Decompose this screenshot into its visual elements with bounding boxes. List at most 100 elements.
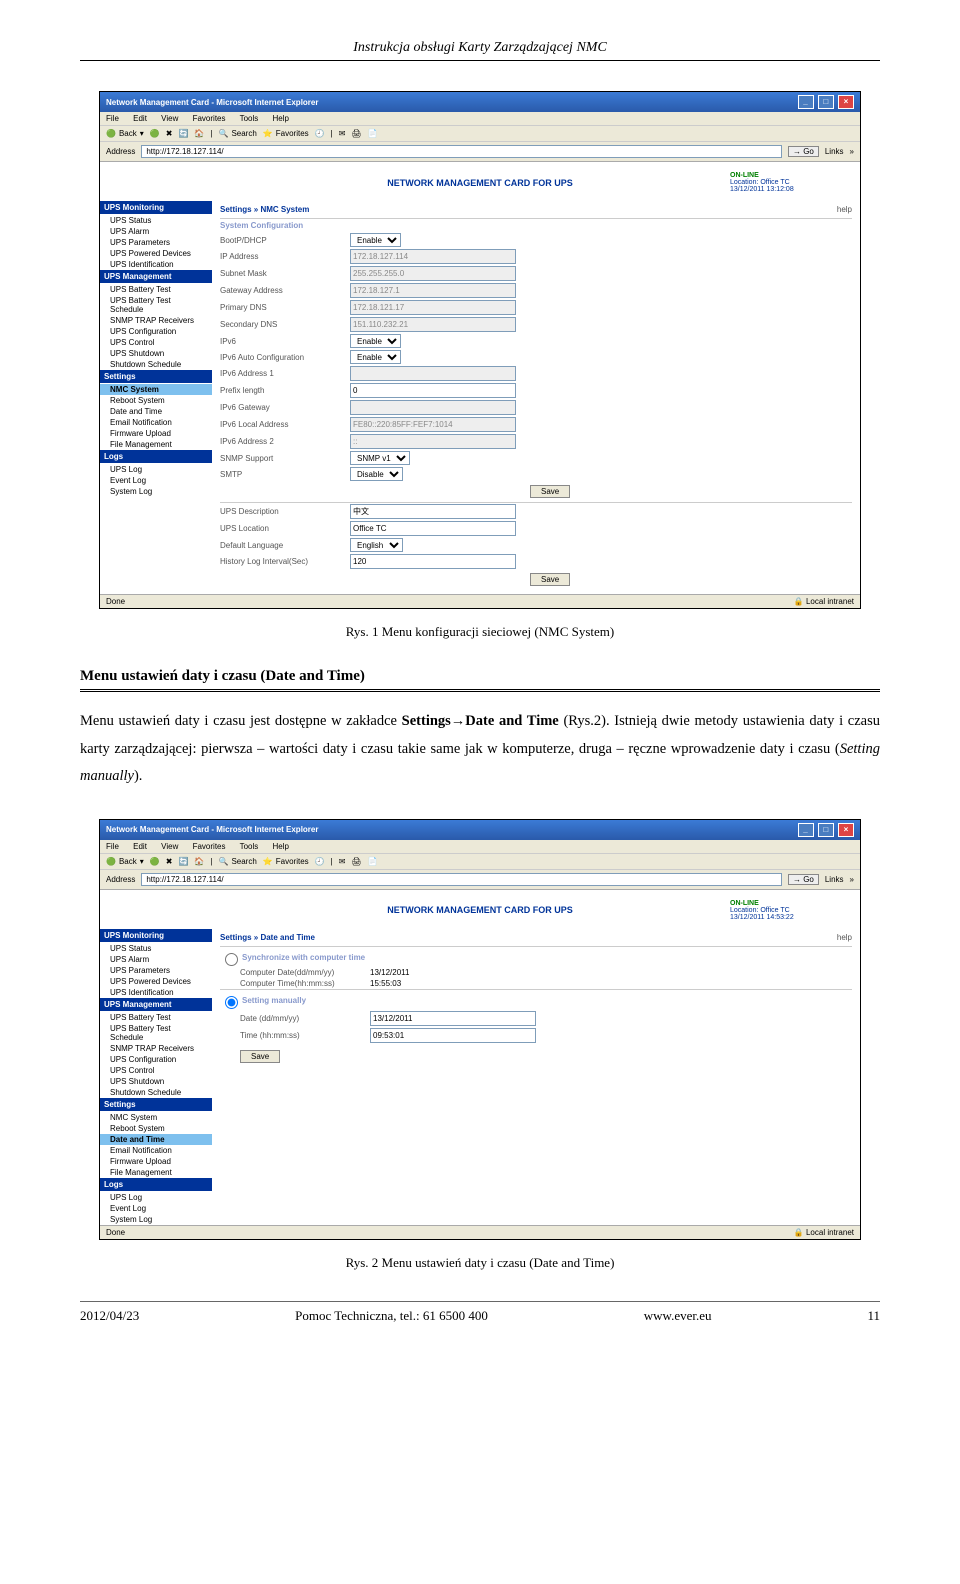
print-icon[interactable]: 🖨 <box>351 129 361 138</box>
menu-edit[interactable]: Edit <box>133 842 147 851</box>
sidebar-item[interactable]: Reboot System <box>100 395 212 406</box>
sidebar-item[interactable]: Firmware Upload <box>100 1156 212 1167</box>
form-input[interactable] <box>350 504 516 519</box>
form-select[interactable]: English <box>350 538 403 552</box>
form-input[interactable] <box>350 383 516 398</box>
menu-tools[interactable]: Tools <box>240 114 259 123</box>
menu-file[interactable]: File <box>106 114 119 123</box>
edit-icon[interactable]: 📄 <box>368 129 378 138</box>
sidebar-item[interactable]: UPS Shutdown <box>100 1076 212 1087</box>
sidebar-item[interactable]: Email Notification <box>100 417 212 428</box>
form-select[interactable]: Enable <box>350 350 401 364</box>
form-select[interactable]: Disable <box>350 467 403 481</box>
forward-icon[interactable]: 🟢 <box>150 857 160 866</box>
sidebar-item[interactable]: System Log <box>100 486 212 497</box>
sidebar-item[interactable]: SNMP TRAP Receivers <box>100 1043 212 1054</box>
sidebar-item[interactable]: Event Log <box>100 475 212 486</box>
menu-favorites[interactable]: Favorites <box>193 114 226 123</box>
sidebar-item[interactable]: UPS Battery Test <box>100 1012 212 1023</box>
sidebar-item[interactable]: UPS Shutdown <box>100 348 212 359</box>
menu-bar[interactable]: File Edit View Favorites Tools Help <box>100 840 860 854</box>
sidebar-item-date-time[interactable]: Date and Time <box>100 1134 212 1145</box>
sidebar-item[interactable]: UPS Battery Test Schedule <box>100 295 212 315</box>
sidebar-item[interactable]: UPS Parameters <box>100 237 212 248</box>
sidebar-item[interactable]: UPS Identification <box>100 259 212 270</box>
close-icon[interactable]: × <box>838 95 854 109</box>
menu-tools[interactable]: Tools <box>240 842 259 851</box>
form-input[interactable] <box>350 317 516 332</box>
sidebar-item[interactable]: File Management <box>100 439 212 450</box>
go-button[interactable]: → Go <box>788 146 819 157</box>
refresh-icon[interactable]: 🔄 <box>178 129 188 138</box>
mail-icon[interactable]: ✉ <box>339 857 346 866</box>
form-select[interactable]: Enable <box>350 334 401 348</box>
home-icon[interactable]: 🏠 <box>194 129 204 138</box>
menu-help[interactable]: Help <box>273 114 289 123</box>
sidebar-item[interactable]: UPS Parameters <box>100 965 212 976</box>
sidebar-item[interactable]: UPS Configuration <box>100 1054 212 1065</box>
menu-view[interactable]: View <box>161 114 178 123</box>
history-icon[interactable]: 🕘 <box>315 857 325 866</box>
form-select[interactable]: Enable <box>350 233 401 247</box>
menu-favorites[interactable]: Favorites <box>193 842 226 851</box>
address-input[interactable]: http://172.18.127.114/ <box>141 873 782 886</box>
back-button[interactable]: 🟢 Back ▾ <box>106 857 144 866</box>
sidebar-item[interactable]: UPS Identification <box>100 987 212 998</box>
help-link[interactable]: help <box>837 933 852 942</box>
sidebar-item[interactable]: NMC System <box>100 1112 212 1123</box>
close-icon[interactable]: × <box>838 823 854 837</box>
back-button[interactable]: 🟢 Back ▾ <box>106 129 144 138</box>
form-input[interactable] <box>350 300 516 315</box>
sidebar-item[interactable]: UPS Status <box>100 215 212 226</box>
links-label[interactable]: Links <box>825 147 844 156</box>
sidebar-item[interactable]: UPS Alarm <box>100 226 212 237</box>
address-input[interactable]: http://172.18.127.114/ <box>141 145 782 158</box>
sync-computer-radio[interactable] <box>225 953 238 966</box>
sidebar-item[interactable]: Shutdown Schedule <box>100 1087 212 1098</box>
sidebar-item[interactable]: Reboot System <box>100 1123 212 1134</box>
save-button[interactable]: Save <box>530 485 570 498</box>
sidebar-item[interactable]: UPS Status <box>100 943 212 954</box>
form-input[interactable] <box>350 554 516 569</box>
form-input[interactable] <box>350 283 516 298</box>
sidebar-item[interactable]: Shutdown Schedule <box>100 359 212 370</box>
search-button[interactable]: 🔍 Search <box>218 857 256 866</box>
sidebar-item[interactable]: UPS Powered Devices <box>100 976 212 987</box>
setting-manually-radio[interactable] <box>225 996 238 1009</box>
sidebar-item[interactable]: SNMP TRAP Receivers <box>100 315 212 326</box>
sidebar-item[interactable]: UPS Powered Devices <box>100 248 212 259</box>
form-input[interactable] <box>350 249 516 264</box>
menu-bar[interactable]: File Edit View Favorites Tools Help <box>100 112 860 126</box>
sidebar-item[interactable]: File Management <box>100 1167 212 1178</box>
sidebar-item-nmc-system[interactable]: NMC System <box>100 384 212 395</box>
menu-file[interactable]: File <box>106 842 119 851</box>
sidebar-item[interactable]: Firmware Upload <box>100 428 212 439</box>
stop-icon[interactable]: ✖ <box>166 857 173 866</box>
menu-edit[interactable]: Edit <box>133 114 147 123</box>
favorites-button[interactable]: ⭐ Favorites <box>263 857 309 866</box>
home-icon[interactable]: 🏠 <box>194 857 204 866</box>
form-input[interactable] <box>350 400 516 415</box>
minimize-icon[interactable]: _ <box>798 823 814 837</box>
form-input[interactable] <box>350 417 516 432</box>
form-input[interactable] <box>350 266 516 281</box>
sidebar-item[interactable]: Event Log <box>100 1203 212 1214</box>
help-link[interactable]: help <box>837 205 852 214</box>
sidebar-item[interactable]: UPS Control <box>100 337 212 348</box>
sidebar-item[interactable]: Date and Time <box>100 406 212 417</box>
stop-icon[interactable]: ✖ <box>166 129 173 138</box>
edit-icon[interactable]: 📄 <box>368 857 378 866</box>
refresh-icon[interactable]: 🔄 <box>178 857 188 866</box>
sidebar-item[interactable]: UPS Log <box>100 1192 212 1203</box>
time-input[interactable] <box>370 1028 536 1043</box>
maximize-icon[interactable]: □ <box>818 95 834 109</box>
save-button[interactable]: Save <box>240 1050 280 1063</box>
mail-icon[interactable]: ✉ <box>339 129 346 138</box>
sidebar-item[interactable]: UPS Battery Test Schedule <box>100 1023 212 1043</box>
form-input[interactable] <box>350 521 516 536</box>
sidebar-item[interactable]: UPS Log <box>100 464 212 475</box>
form-input[interactable] <box>350 434 516 449</box>
search-button[interactable]: 🔍 Search <box>218 129 256 138</box>
forward-icon[interactable]: 🟢 <box>150 129 160 138</box>
form-input[interactable] <box>350 366 516 381</box>
